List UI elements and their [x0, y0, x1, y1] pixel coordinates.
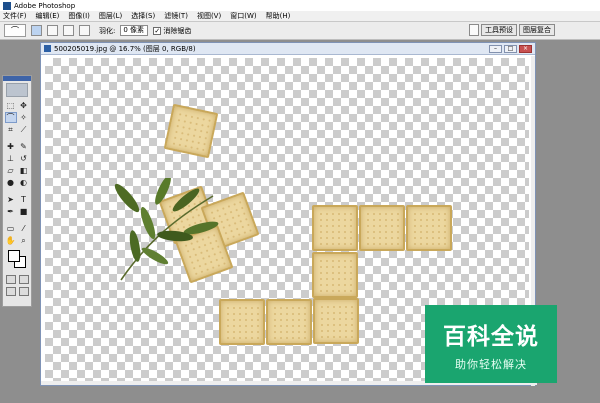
menu-view[interactable]: 视图(V): [197, 11, 221, 21]
menu-select[interactable]: 选择(S): [131, 11, 155, 21]
olive-branch-image: [114, 178, 219, 281]
close-button[interactable]: ×: [519, 45, 532, 53]
move-icon[interactable]: ✥: [18, 100, 30, 111]
full-screen-button[interactable]: [18, 287, 29, 296]
brushes-icon[interactable]: [469, 24, 479, 36]
slice-icon[interactable]: ⟋: [18, 124, 30, 135]
cracker-image: [163, 103, 219, 159]
palette-grip[interactable]: [3, 76, 31, 81]
color-swatches: [3, 248, 31, 272]
cracker-image: [312, 205, 358, 251]
quick-mask-button[interactable]: [18, 275, 29, 284]
document-title-bar[interactable]: 500205019.jpg @ 16.7% (图层 0, RGB/8): [41, 43, 535, 55]
document-title: 500205019.jpg @ 16.7% (图层 0, RGB/8): [54, 44, 196, 53]
lasso-icon: ⌒: [11, 26, 19, 35]
cracker-image: [313, 298, 359, 344]
antialias-option[interactable]: ✓ 消除锯齿: [153, 26, 191, 36]
minimize-button[interactable]: –: [489, 45, 502, 53]
tab-layer-comps[interactable]: 图层复合: [519, 24, 555, 36]
notes-icon[interactable]: ▭: [5, 223, 17, 234]
rectangle-shape-icon[interactable]: ■: [18, 206, 30, 217]
gradient-icon[interactable]: ◧: [18, 165, 30, 176]
crop-icon[interactable]: ⌗: [5, 124, 17, 135]
watermark-logo: 百科全说 助你轻松解决: [425, 305, 557, 383]
photoshop-logo-icon: [3, 1, 11, 10]
menu-filter[interactable]: 滤镜(T): [164, 11, 188, 21]
document-icon: [44, 45, 51, 52]
subtract-from-selection-button[interactable]: [63, 25, 74, 36]
menu-edit[interactable]: 编辑(E): [36, 11, 60, 21]
menu-help[interactable]: 帮助(H): [266, 11, 291, 21]
magic-wand-icon[interactable]: ✧: [18, 112, 30, 123]
hand-icon[interactable]: ✋: [5, 235, 17, 246]
antialias-checkbox[interactable]: ✓: [153, 26, 162, 35]
lasso-icon[interactable]: ⌒: [4, 112, 17, 123]
healing-brush-icon[interactable]: ✚: [5, 141, 17, 152]
tool-preset-picker[interactable]: ⌒: [4, 24, 26, 37]
pen-icon[interactable]: ✒: [5, 206, 17, 217]
clone-stamp-icon[interactable]: ⊥: [5, 153, 17, 164]
app-title-bar: Adobe Photoshop: [0, 0, 600, 11]
history-brush-icon[interactable]: ↺: [18, 153, 30, 164]
tool-separator: [5, 218, 30, 222]
standard-mode-button[interactable]: [5, 275, 16, 284]
cracker-image: [312, 252, 358, 298]
cracker-image: [359, 205, 405, 251]
tool-separator: [5, 136, 30, 140]
menu-layer[interactable]: 图层(L): [99, 11, 122, 21]
add-to-selection-button[interactable]: [47, 25, 58, 36]
menu-window[interactable]: 窗口(W): [230, 11, 256, 21]
feather-logo-icon[interactable]: [6, 83, 28, 97]
document-window-controls: – □ ×: [489, 45, 532, 53]
intersect-selection-button[interactable]: [79, 25, 90, 36]
brush-icon[interactable]: ✎: [18, 141, 30, 152]
standard-screen-button[interactable]: [5, 287, 16, 296]
menu-image[interactable]: 图像(I): [68, 11, 90, 21]
menu-bar: 文件(F) 编辑(E) 图像(I) 图层(L) 选择(S) 滤镜(T) 视图(V…: [0, 11, 600, 22]
type-icon[interactable]: T: [18, 194, 30, 205]
zoom-icon[interactable]: ⌕: [18, 235, 30, 246]
cracker-image: [266, 299, 312, 345]
tab-tool-presets[interactable]: 工具预设: [481, 24, 517, 36]
path-selection-icon[interactable]: ➤: [5, 194, 17, 205]
cracker-image: [406, 205, 452, 251]
maximize-button[interactable]: □: [504, 45, 517, 53]
watermark-subtitle: 助你轻松解决: [455, 357, 527, 371]
options-bar: ⌒ 羽化: 0 像素 ✓ 消除锯齿 工具预设 图层复合: [0, 22, 600, 40]
antialias-label: 消除锯齿: [163, 26, 192, 35]
feather-label: 羽化:: [99, 26, 116, 35]
eyedropper-icon[interactable]: ⁄: [18, 223, 30, 234]
eraser-icon[interactable]: ▱: [5, 165, 17, 176]
dodge-icon[interactable]: ◐: [18, 177, 30, 188]
tool-separator: [5, 189, 30, 193]
menu-file[interactable]: 文件(F): [3, 11, 27, 21]
app-title: Adobe Photoshop: [14, 1, 76, 10]
rectangular-marquee-icon[interactable]: ⬚: [5, 100, 17, 111]
new-selection-button[interactable]: [31, 25, 42, 36]
palette-well: 工具预设 图层复合: [469, 24, 555, 36]
blur-icon[interactable]: ●: [5, 177, 17, 188]
cracker-image: [219, 299, 265, 345]
watermark-title: 百科全说: [443, 323, 539, 350]
foreground-color-swatch[interactable]: [8, 250, 20, 262]
tools-palette: ⬚ ✥ ⌒ ✧ ⌗ ⟋ ✚ ✎ ⊥ ↺ ▱ ◧ ● ◐ ➤ T ✒ ■ ▭ ⁄ …: [2, 75, 32, 307]
feather-input[interactable]: 0 像素: [120, 25, 149, 36]
